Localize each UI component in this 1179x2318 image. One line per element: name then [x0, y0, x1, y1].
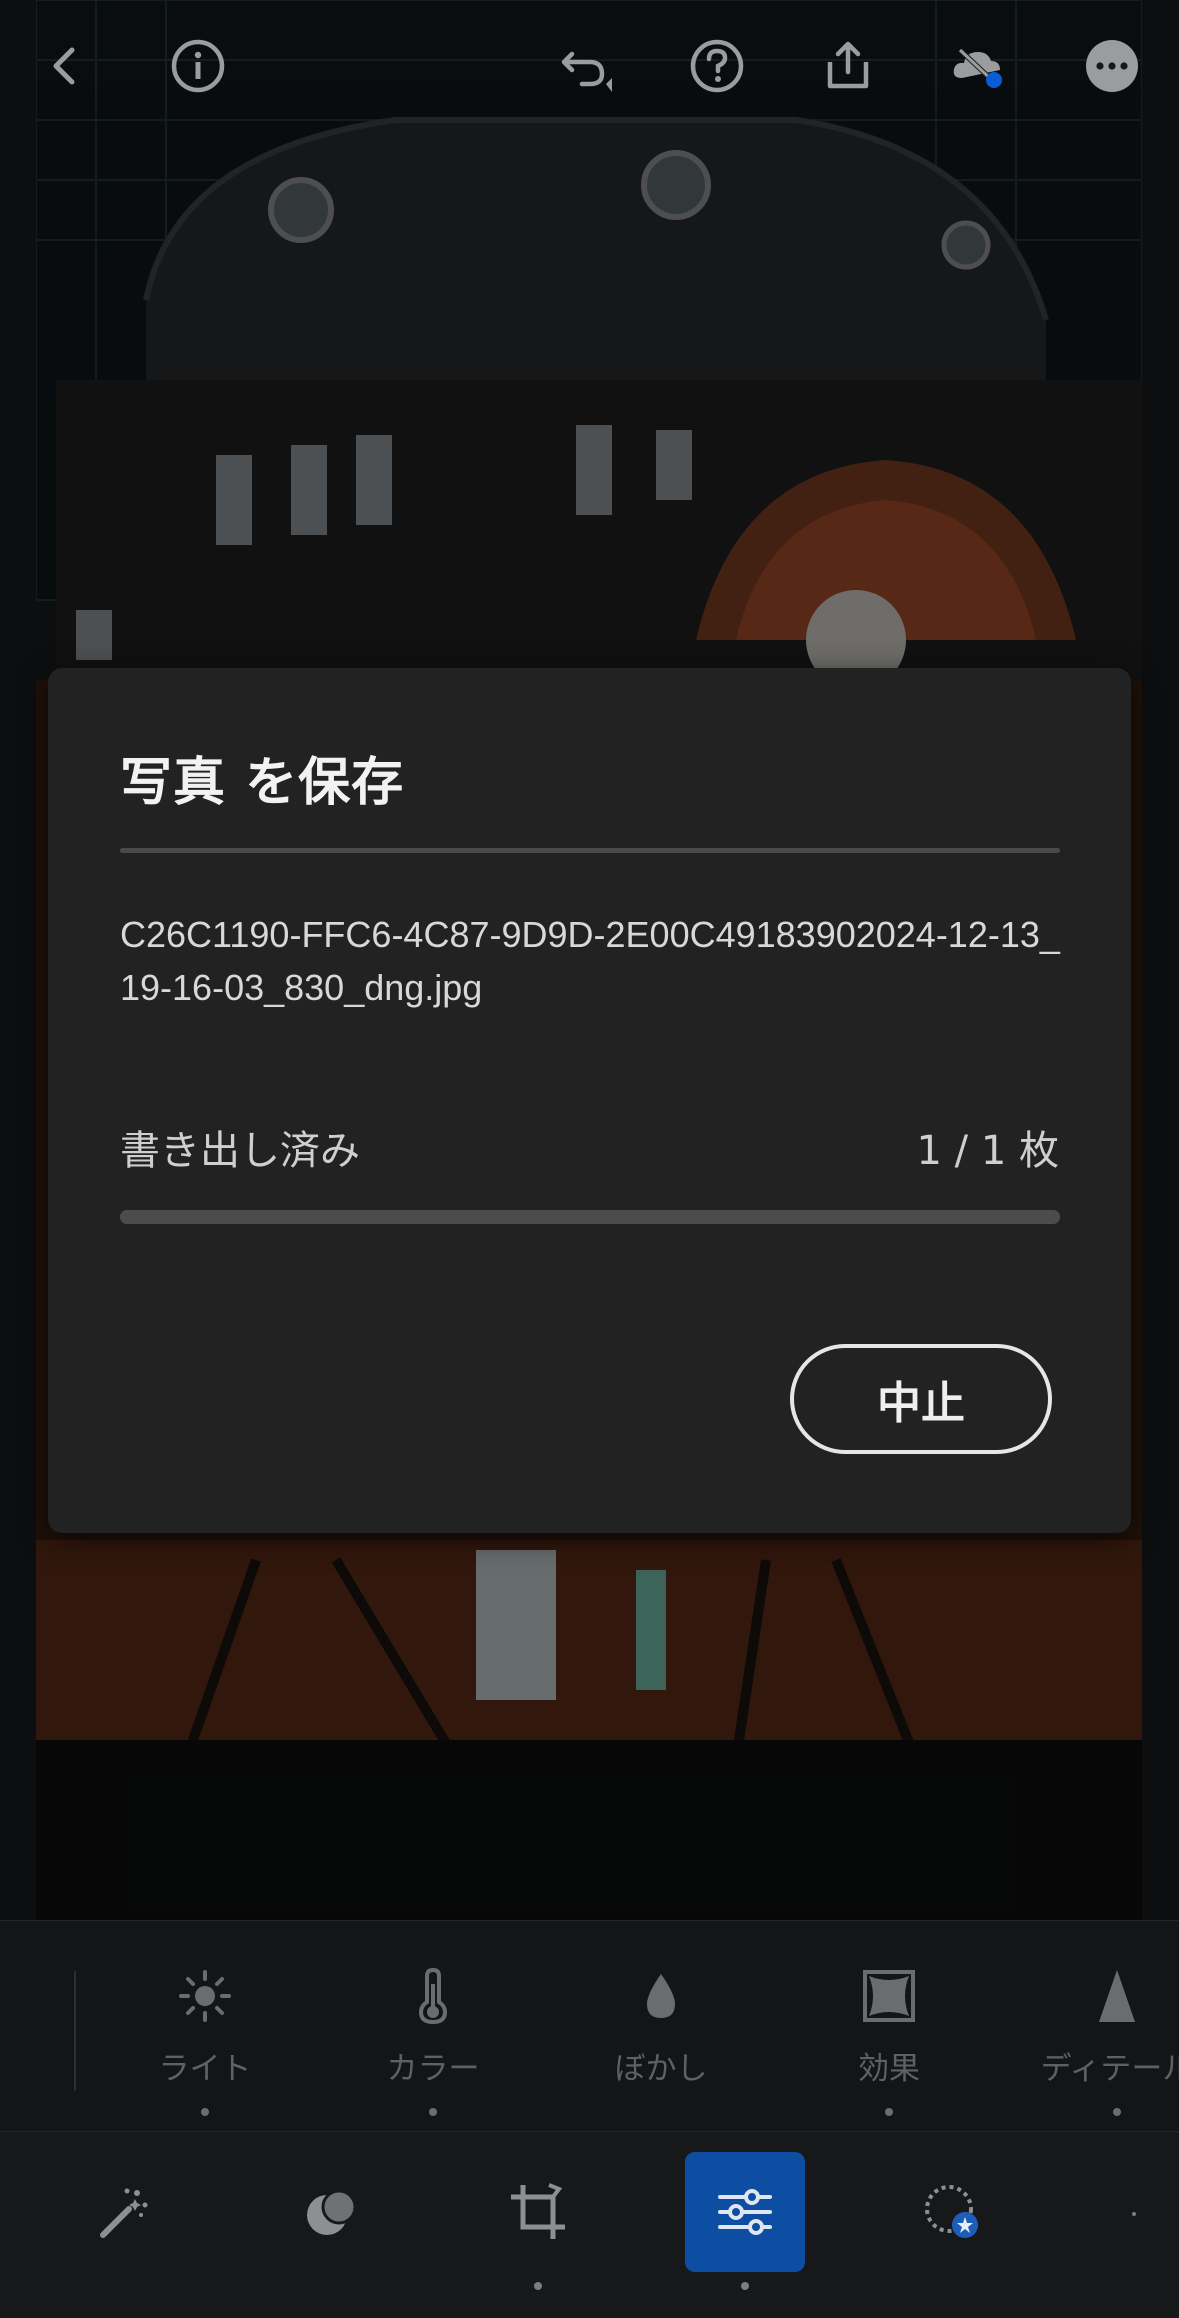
export-filename: C26C1190-FFC6-4C87-9D9D-2E00C49183902024…: [120, 914, 1060, 1008]
tool-indicator-dot: [885, 2108, 893, 2116]
more-button[interactable]: [1076, 30, 1148, 102]
presets-button[interactable]: [892, 2152, 1012, 2272]
help-button[interactable]: [681, 30, 753, 102]
edit-sliders-icon: [718, 2189, 772, 2235]
info-button[interactable]: [162, 30, 234, 102]
droplet-icon: [647, 1974, 675, 2018]
more-icon: [1086, 40, 1138, 92]
tool-label: 効果: [858, 2051, 920, 2087]
crop-indicator-dot: [534, 2282, 542, 2290]
edit-indicator-dot: [741, 2282, 749, 2290]
tool-indicator-dot: [429, 2108, 437, 2116]
tool-label: ぼかし: [614, 2051, 708, 2087]
tool-detail[interactable]: ディテール: [1017, 1961, 1179, 2116]
auto-button[interactable]: [64, 2152, 184, 2272]
presets-icon: [925, 2185, 978, 2238]
tool-effects[interactable]: 効果: [789, 1961, 989, 2116]
tool-indicator-dot: [201, 2108, 209, 2116]
vignette-frame-icon: [863, 1970, 915, 2022]
tool-label: ライト: [158, 2051, 252, 2087]
help-icon: [690, 39, 744, 93]
auto-magic-wand-icon: [100, 2188, 148, 2238]
triangle-icon: [1099, 1970, 1135, 2022]
canvas-edge-left: [0, 0, 36, 1920]
cloud-sync-button[interactable]: [942, 30, 1014, 102]
cancel-button[interactable]: 中止: [790, 1344, 1052, 1454]
export-count: 1 / 1 枚: [916, 1128, 1059, 1174]
nav-overflow-dot: [1132, 2212, 1136, 2216]
masking-icon: [307, 2189, 357, 2235]
back-button[interactable]: [30, 30, 102, 102]
share-button[interactable]: [812, 30, 884, 102]
canvas-edge-right: [1142, 0, 1179, 1920]
dialog-divider: [120, 848, 1060, 853]
share-icon: [827, 41, 869, 89]
save-photo-dialog: 写真 を保存 C26C1190-FFC6-4C87-9D9D-2E00C4918…: [48, 668, 1131, 1533]
export-progress-bar: [120, 1210, 1060, 1224]
top-toolbar: [0, 0, 1179, 130]
tool-color[interactable]: カラー: [333, 1961, 533, 2116]
tool-light[interactable]: ライト: [105, 1961, 305, 2116]
sun-icon: [179, 1970, 231, 2022]
undo-icon: [561, 51, 612, 92]
tool-label: ディテール: [1040, 2051, 1179, 2087]
tool-label: カラー: [386, 2051, 480, 2087]
crop-rotate-icon: [511, 2183, 565, 2239]
export-status-label: 書き出し済み: [120, 1128, 360, 1174]
export-progress-fill: [120, 1210, 1060, 1224]
edit-tools-panel: ライト カラー ぼかし 効果 ディテール: [0, 1920, 1179, 2131]
undo-button[interactable]: [548, 30, 620, 102]
tool-blur[interactable]: ぼかし: [561, 1961, 761, 2088]
dialog-title: 写真 を保存: [120, 753, 405, 813]
thermometer-icon: [418, 1967, 448, 2025]
tool-indicator-dot: [1113, 2108, 1121, 2116]
edit-button[interactable]: [685, 2152, 805, 2272]
bottom-navigation: [0, 2131, 1179, 2318]
tools-divider: [74, 1971, 76, 2091]
info-icon: [171, 39, 225, 93]
crop-button[interactable]: [478, 2152, 598, 2272]
masking-button[interactable]: [272, 2152, 392, 2272]
back-icon: [53, 47, 75, 85]
cloud-sync-icon: [953, 48, 1002, 88]
